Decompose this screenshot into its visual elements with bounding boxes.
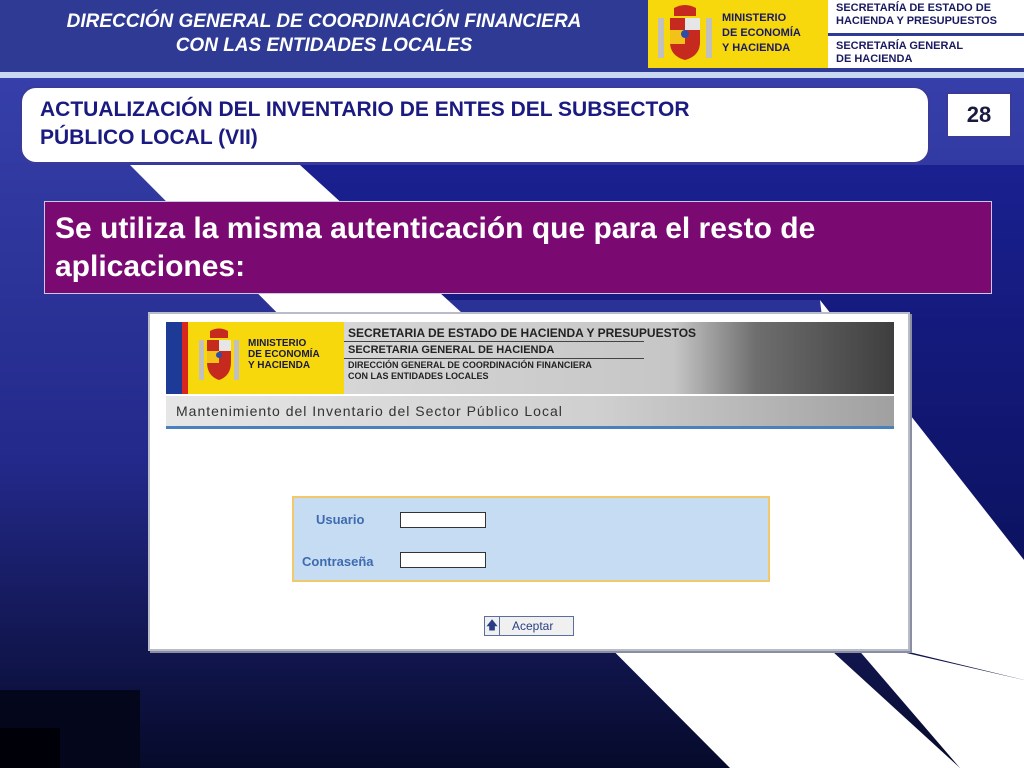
header-rule-light [0, 72, 1024, 78]
app-ministry-name: MINISTERIO DE ECONOMÍA Y HACIENDA [248, 338, 320, 371]
banner-line2: aplicaciones: [55, 250, 246, 283]
app-screenshot: MINISTERIO DE ECONOMÍA Y HACIENDA SECRET… [148, 312, 910, 651]
divider [828, 33, 1024, 36]
slide-title-line1: ACTUALIZACIÓN DEL INVENTARIO DE ENTES DE… [40, 98, 690, 121]
info-banner: Se utiliza la misma autenticación que pa… [44, 201, 992, 294]
app-title-rule [166, 426, 894, 429]
password-label: Contraseña [302, 554, 374, 569]
secretariat-labels: SECRETARÍA DE ESTADO DE HACIENDA Y PRESU… [828, 0, 1024, 68]
banner-line1: Se utiliza la misma autenticación que pa… [55, 212, 816, 245]
secretariat-general: SECRETARÍA GENERAL DE HACIENDA [836, 40, 964, 65]
app-secretariat: SECRETARIA DE ESTADO DE HACIENDA Y PRESU… [344, 322, 894, 394]
coat-of-arms-icon [658, 5, 712, 60]
coat-of-arms-icon [199, 328, 239, 380]
app-header: MINISTERIO DE ECONOMÍA Y HACIENDA SECRET… [166, 322, 894, 394]
page-number: 28 [946, 92, 1012, 138]
arrow-up-icon: 🡅 [485, 617, 500, 635]
password-input[interactable] [400, 552, 486, 568]
divider [344, 341, 644, 342]
app-sec-line2: SECRETARIA GENERAL DE HACIENDA [348, 344, 555, 356]
app-page-title: Mantenimiento del Inventario del Sector … [176, 403, 563, 419]
slide-title-line2: PÚBLICO LOCAL (VII) [40, 126, 258, 149]
secretariat-state: SECRETARÍA DE ESTADO DE HACIENDA Y PRESU… [836, 2, 997, 27]
header-title-line1: DIRECCIÓN GENERAL DE COORDINACIÓN FINANC… [66, 11, 582, 32]
header-title: DIRECCIÓN GENERAL DE COORDINACIÓN FINANC… [0, 0, 648, 68]
slide-title: ACTUALIZACIÓN DEL INVENTARIO DE ENTES DE… [20, 86, 930, 164]
username-label: Usuario [316, 512, 365, 527]
app-sec-line3: DIRECCIÓN GENERAL DE COORDINACIÓN FINANC… [348, 360, 592, 381]
accept-label: Aceptar [512, 619, 554, 633]
ministry-name: MINISTERIO DE ECONOMÍA Y HACIENDA [722, 12, 801, 54]
app-title-band: Mantenimiento del Inventario del Sector … [166, 396, 894, 426]
username-input[interactable] [400, 512, 486, 528]
app-ministry-logo: MINISTERIO DE ECONOMÍA Y HACIENDA [188, 322, 344, 394]
eu-flag [166, 322, 182, 394]
login-form: Usuario Contraseña [292, 496, 770, 582]
header-title-line2: CON LAS ENTIDADES LOCALES [175, 35, 473, 56]
app-sec-line1: SECRETARIA DE ESTADO DE HACIENDA Y PRESU… [348, 326, 697, 340]
accept-button[interactable]: 🡅 Aceptar [484, 616, 574, 636]
ministry-logo: MINISTERIO DE ECONOMÍA Y HACIENDA [648, 0, 828, 68]
divider [344, 358, 644, 359]
